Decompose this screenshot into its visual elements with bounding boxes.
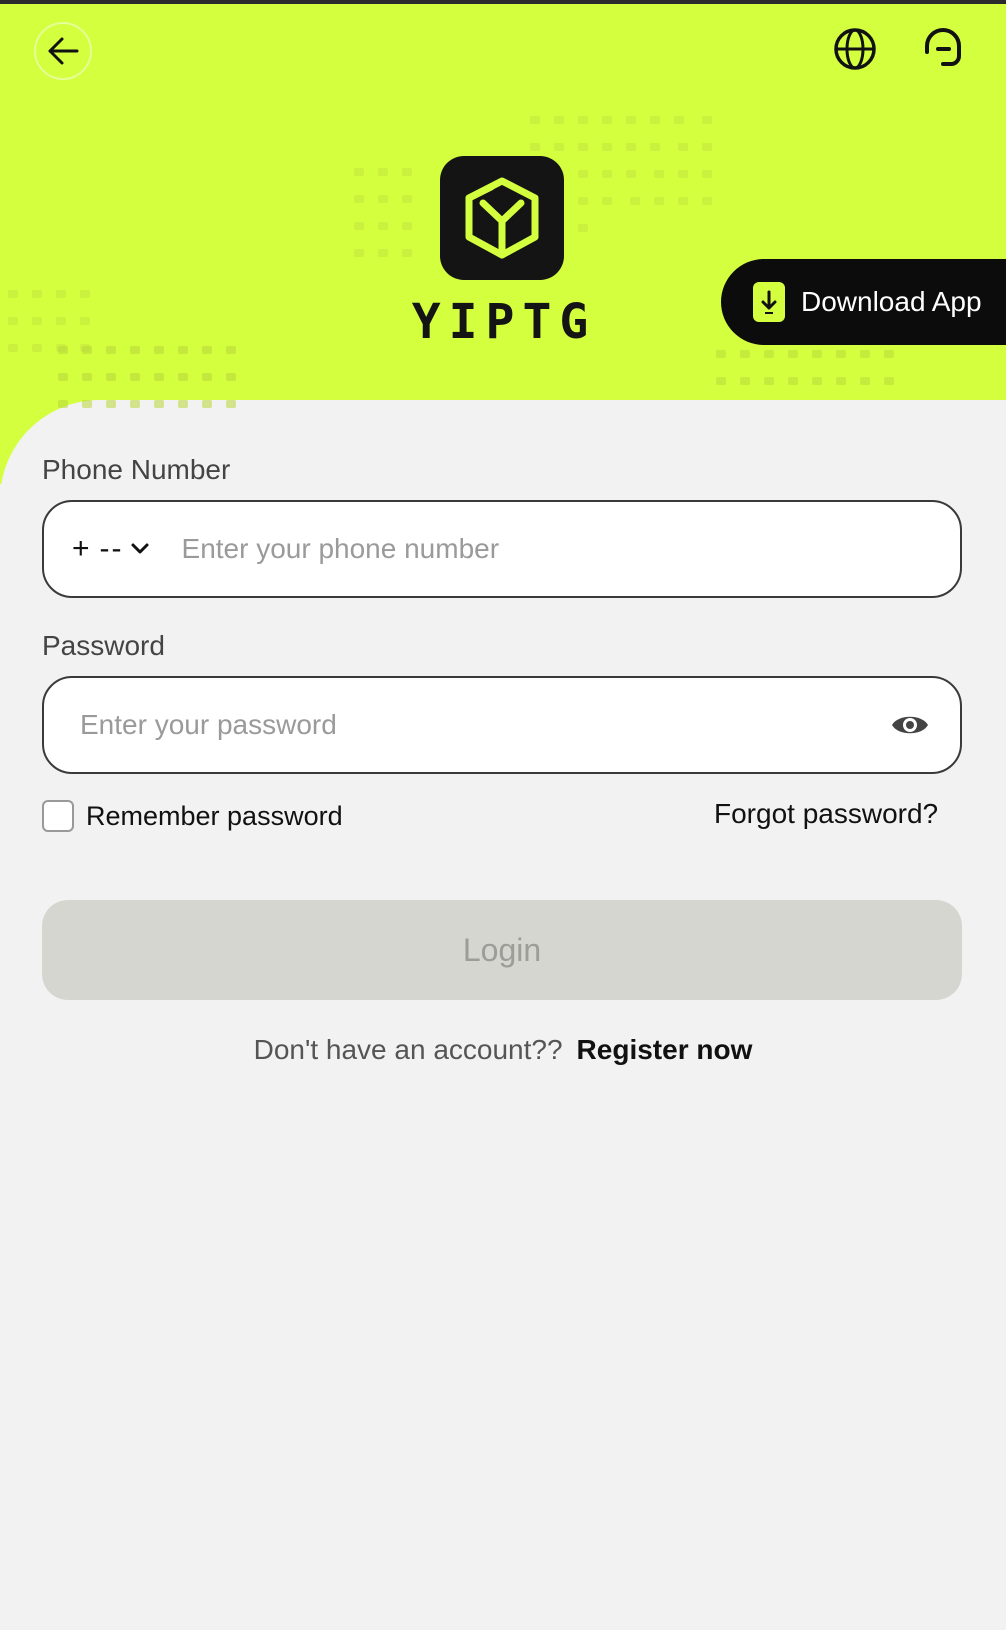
decor-dots xyxy=(354,168,444,276)
no-account-text: Don't have an account?? xyxy=(253,1034,563,1065)
password-label: Password xyxy=(42,630,165,661)
app-logo xyxy=(440,156,564,280)
language-button[interactable] xyxy=(830,24,880,74)
password-input[interactable] xyxy=(78,708,682,742)
phone-label: Phone Number xyxy=(42,454,231,485)
back-button[interactable] xyxy=(34,22,92,80)
country-code-select[interactable]: + -- xyxy=(72,532,150,566)
eye-icon[interactable] xyxy=(890,711,930,739)
register-prompt: Don't have an account?? Register now xyxy=(0,1034,1006,1066)
login-button[interactable]: Login xyxy=(42,900,962,1000)
download-app-button[interactable]: Download App xyxy=(721,259,1006,345)
phone-download-icon xyxy=(753,282,785,322)
chevron-down-icon xyxy=(131,543,149,554)
arrow-left-icon xyxy=(48,37,79,65)
globe-icon xyxy=(834,28,876,70)
remember-password[interactable]: Remember password xyxy=(42,800,343,832)
decor-dots xyxy=(8,290,118,371)
download-app-label: Download App xyxy=(801,286,982,317)
headset-icon xyxy=(925,28,961,66)
brand-logo-icon xyxy=(465,177,539,259)
password-field xyxy=(42,676,962,774)
decor-dots xyxy=(716,350,926,404)
remember-checkbox[interactable] xyxy=(42,800,74,832)
register-link[interactable]: Register now xyxy=(577,1034,753,1066)
brand-name: YIPTG xyxy=(411,294,597,350)
support-button[interactable] xyxy=(918,24,968,74)
remember-label: Remember password xyxy=(86,800,343,831)
forgot-password-link[interactable]: Forgot password? xyxy=(714,798,938,830)
phone-field: + -- xyxy=(42,500,962,598)
phone-input[interactable] xyxy=(179,532,784,566)
country-code-value: -- xyxy=(99,532,124,565)
country-code-plus: + xyxy=(72,532,90,565)
